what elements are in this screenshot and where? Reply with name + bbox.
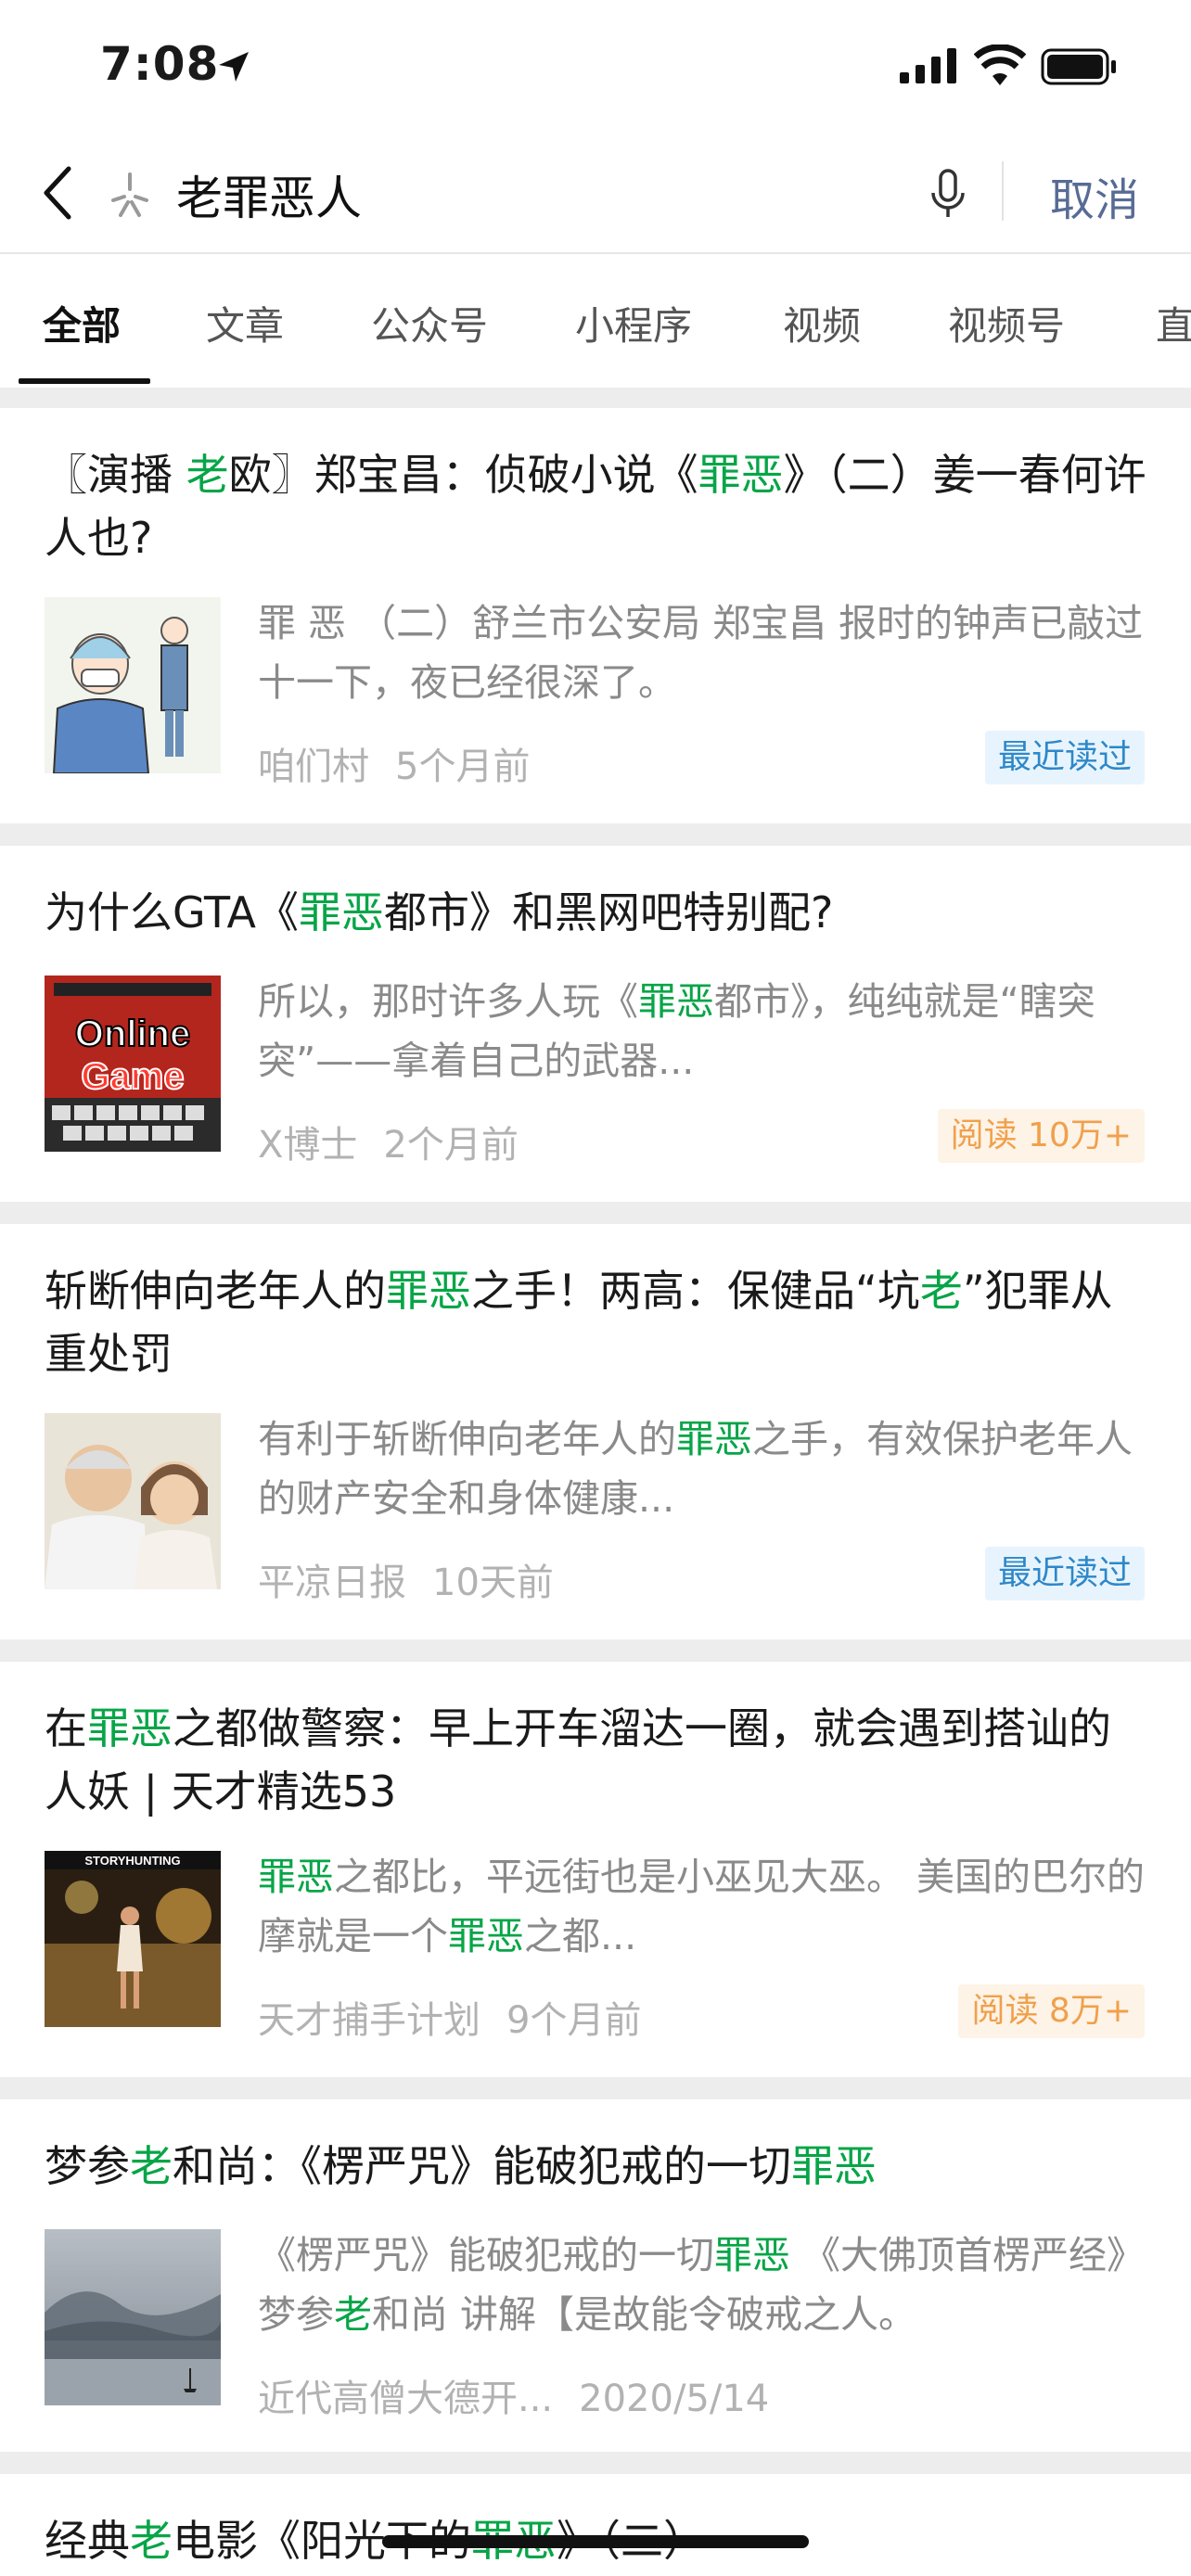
microphone-icon[interactable] [929,169,967,221]
result-thumbnail [45,2229,221,2405]
tab-channels[interactable]: 视频号 [948,295,1065,351]
status-bar: 7:08 [0,0,1191,130]
cancel-button[interactable]: 取消 [1050,163,1139,228]
result-time: 9个月前 [506,1999,642,2042]
result-card[interactable]: 经典老电影《阳光下的罪恶》（二） [0,2474,1191,2576]
result-title: 斩断伸向老年人的罪恶之手！两高：保健品“坑老”犯罪从重处罚 [45,1259,1146,1385]
result-time: 5个月前 [395,746,531,788]
result-source: 平凉日报 [258,1562,406,1604]
highlighted-keyword: 老 [334,2292,372,2337]
result-snippet: 《楞严咒》能破犯戒的一切罪恶 《大佛顶首楞严经》 梦参老和尚 讲解【是故能令破戒… [258,2225,1146,2344]
text-segment: 〖演播 [45,450,186,500]
tab-official-accounts[interactable]: 公众号 [371,295,488,351]
result-thumbnail: STORYHUNTING [45,1851,221,2027]
result-title: 梦参老和尚：《楞严咒》能破犯戒的一切罪恶 [45,2135,1146,2198]
result-meta: X博士 2个月前 [258,1115,519,1168]
highlighted-keyword: 罪恶 [448,1914,524,1958]
result-snippet: 所以，那时许多人玩《罪恶都市》，纯纯就是“瞎突突”——拿着自己的武器... [258,972,1146,1090]
text-segment: 经典 [45,2516,130,2566]
highlighted-keyword: 罪恶 [714,2233,790,2277]
highlighted-keyword: 老 [186,450,229,500]
text-segment: 和尚：《楞严咒》能破犯戒的一切 [173,2141,791,2191]
tab-articles[interactable]: 文章 [206,295,284,351]
result-thumbnail [45,1413,221,1589]
thumbnail-text-game: Game [81,1056,184,1097]
result-source: X博士 [258,1124,358,1167]
result-time: 10天前 [432,1562,554,1604]
result-source: 近代高僧大德开... [258,2378,554,2420]
text-segment: 之都做警察：早上开车溜达一圈，就会遇到搭讪的人妖 | 天才精选53 [45,1703,1111,1817]
highlighted-keyword: 罪恶 [87,1703,173,1753]
highlighted-keyword: 罪恶 [698,450,784,500]
highlighted-keyword: 老 [130,2141,173,2191]
result-source: 天才捕手计划 [258,1999,480,2042]
back-chevron-icon[interactable] [39,165,76,221]
text-segment: 《楞严咒》能破犯戒的一切 [258,2233,714,2277]
cellular-signal-icon [900,48,956,83]
thumbnail-text-online: Online [75,1014,190,1054]
tab-videos[interactable]: 视频 [783,295,861,351]
result-card[interactable]: 梦参老和尚：《楞严咒》能破犯戒的一切罪恶 《楞严咒》能破犯戒的一切罪恶 《大佛顶… [0,2099,1191,2452]
status-time: 7:08 [100,37,220,91]
highlighted-keyword: 罪恶 [386,1266,471,1316]
highlighted-keyword: 罪恶 [299,887,385,937]
search-input[interactable]: 老罪恶人 [176,161,362,228]
text-segment: 之都... [524,1914,637,1958]
active-tab-indicator [19,378,150,384]
result-card[interactable]: 在罪恶之都做警察：早上开车溜达一圈，就会遇到搭讪的人妖 | 天才精选53 STO… [0,1662,1191,2077]
result-thumbnail [45,597,221,773]
text-segment: 都市》和黑网吧特别配? [384,887,834,937]
tab-all[interactable]: 全部 [43,295,121,351]
thumbnail-text-storyhunting: STORYHUNTING [84,1854,180,1868]
wifi-icon [974,45,1026,85]
result-badge: 最近读过 [984,731,1145,784]
highlighted-keyword: 罪恶 [638,979,714,1024]
result-meta: 近代高僧大德开... 2020/5/14 [258,2368,769,2422]
result-snippet: 有利于斩断伸向老年人的罪恶之手，有效保护老年人的财产安全和身体健康... [258,1409,1146,1528]
wechat-search-logo-icon [111,172,148,217]
text-segment: 罪 恶 （二）舒兰市公安局 郑宝昌 报时的钟声已敲过十一下，夜已经很深了。 [258,601,1144,705]
tab-live[interactable]: 直 [1156,295,1191,351]
result-snippet: 罪 恶 （二）舒兰市公安局 郑宝昌 报时的钟声已敲过十一下，夜已经很深了。 [258,593,1146,712]
text-segment: 之手！两高：保健品“坑 [471,1266,920,1316]
result-snippet: 罪恶之都比，平远街也是小巫见大巫。 美国的巴尔的摩就是一个罪恶之都... [258,1847,1146,1966]
highlighted-keyword: 老 [130,2516,173,2566]
result-meta: 平凉日报 10天前 [258,1552,554,1606]
result-title: 在罪恶之都做警察：早上开车溜达一圈，就会遇到搭讪的人妖 | 天才精选53 [45,1697,1146,1823]
text-segment: 欧〗郑宝昌：侦破小说《 [228,450,698,500]
highlighted-keyword: 罪恶 [258,1855,334,1899]
home-indicator [382,2535,809,2548]
text-segment: 和尚 讲解【是故能令破戒之人。 [372,2292,917,2337]
result-time: 2个月前 [383,1124,519,1167]
result-meta: 咱们村 5个月前 [258,736,530,790]
highlighted-keyword: 老 [919,1266,963,1316]
result-time: 2020/5/14 [579,2378,770,2420]
result-thumbnail: Online Game [45,976,221,1152]
tab-mini-programs[interactable]: 小程序 [575,295,692,351]
result-title: 为什么GTA《罪恶都市》和黑网吧特别配? [45,881,1146,944]
text-segment: 斩断伸向老年人的 [45,1266,386,1316]
location-arrow-icon [219,52,249,82]
text-segment: 梦参 [45,2141,130,2191]
result-card[interactable]: 斩断伸向老年人的罪恶之手！两高：保健品“坑老”犯罪从重处罚 有利于斩断伸向老年人… [0,1224,1191,1639]
category-tabs: 全部 文章 公众号 小程序 视频 视频号 直 [0,254,1191,388]
text-segment: 所以，那时许多人玩《 [258,979,638,1024]
text-segment: 有利于斩断伸向老年人的 [258,1417,676,1461]
result-badge: 最近读过 [984,1547,1145,1600]
text-segment: 之都比，平远街也是小巫见大巫。 美国的巴尔的摩就是一个 [258,1855,1146,1958]
highlighted-keyword: 罪恶 [676,1417,752,1461]
search-bar: 老罪恶人 取消 [0,130,1191,254]
highlighted-keyword: 罪恶 [791,2141,877,2191]
result-badge: 阅读 8万+ [958,1984,1145,2038]
battery-icon [1041,48,1116,85]
result-badge: 阅读 10万+ [937,1109,1145,1163]
result-card[interactable]: 〖演播 老欧〗郑宝昌：侦破小说《罪恶》（二）姜一春何许人也? 罪 恶 （二）舒兰… [0,408,1191,823]
result-card[interactable]: 为什么GTA《罪恶都市》和黑网吧特别配? Online Game 所以，那时许多… [0,846,1191,1202]
text-segment: 在 [45,1703,87,1753]
text-segment: 为什么GTA《 [45,887,300,937]
result-title: 〖演播 老欧〗郑宝昌：侦破小说《罪恶》（二）姜一春何许人也? [45,443,1146,569]
result-meta: 天才捕手计划 9个月前 [258,1990,641,2044]
search-divider [1002,161,1004,221]
result-source: 咱们村 [258,746,369,788]
